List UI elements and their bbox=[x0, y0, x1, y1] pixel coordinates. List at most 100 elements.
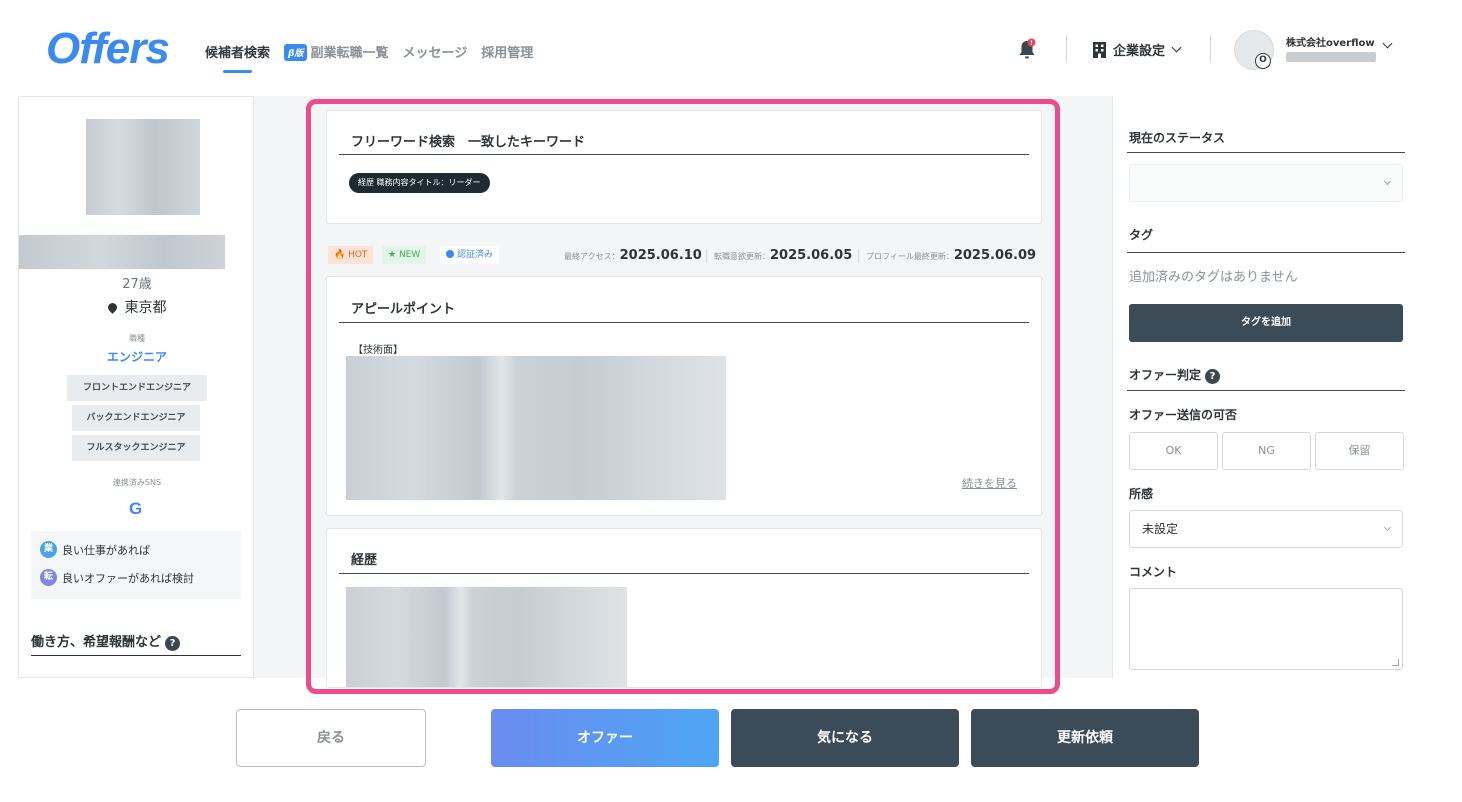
request-update-button[interactable]: 更新依頼 bbox=[971, 709, 1199, 767]
last-access-label: 最終アクセス： bbox=[564, 252, 620, 261]
profile-updated: プロフィール最終更新：2025.06.09 bbox=[866, 248, 1036, 263]
candidate-age: 27歳 bbox=[122, 277, 152, 292]
company-settings-label: 企業設定 bbox=[1113, 44, 1166, 59]
google-icon[interactable]: G bbox=[129, 499, 142, 519]
profile-updated-label: プロフィール最終更新： bbox=[866, 252, 954, 261]
management-sidebar: 現在のステータス タグ 追加済みのタグはありません タグを追加 オファー判定? … bbox=[1112, 96, 1418, 678]
last-access-date: 2025.06.10 bbox=[619, 248, 702, 263]
side-job-badge-icon: 業 bbox=[40, 541, 57, 558]
skill-tag: バックエンドエンジニア bbox=[72, 405, 200, 431]
help-icon[interactable]: ? bbox=[1205, 369, 1221, 384]
tag-empty-text: 追加済みのタグはありません bbox=[1129, 270, 1298, 285]
intent-updated-date: 2025.06.05 bbox=[770, 248, 853, 263]
resize-handle-icon[interactable] bbox=[1392, 659, 1399, 666]
work-style-title: 働き方、希望報酬など? bbox=[31, 631, 181, 651]
intent-side-job: 業 良い仕事があれば bbox=[40, 541, 150, 558]
career-text-redacted bbox=[346, 587, 627, 687]
account-name[interactable]: 株式会社overflow bbox=[1286, 34, 1375, 49]
impression-value: 未設定 bbox=[1142, 522, 1179, 536]
add-tag-button[interactable]: タグを追加 bbox=[1129, 304, 1403, 342]
nav-recruitment[interactable]: 採用管理 bbox=[481, 42, 533, 61]
candidate-profile-panel: 27歳 東京都 職種 エンジニア フロントエンドエンジニア バックエンドエンジニ… bbox=[18, 96, 254, 678]
appeal-card-title: アピールポイント bbox=[351, 302, 456, 317]
skill-tag: フロントエンドエンジニア bbox=[67, 375, 207, 401]
sns-label: 連携済みSNS bbox=[112, 478, 162, 487]
divider bbox=[31, 655, 241, 656]
interested-button[interactable]: 気になる bbox=[731, 709, 959, 767]
divider bbox=[1127, 390, 1405, 391]
job-title: エンジニア bbox=[106, 350, 167, 364]
career-card-title: 経歴 bbox=[351, 553, 378, 568]
keyword-match-card: フリーワード検索 一致したキーワード 経歴 職務内容タイトル：リーダー bbox=[326, 110, 1042, 224]
intent-text: 良い仕事があれば bbox=[62, 543, 150, 557]
offer-send-title: オファー送信の可否 bbox=[1129, 408, 1238, 422]
comment-textarea[interactable] bbox=[1129, 588, 1403, 670]
building-icon bbox=[1093, 42, 1106, 58]
beta-badge: β版 bbox=[284, 44, 308, 61]
matched-keyword-chip: 経歴 職務内容タイトル：リーダー bbox=[349, 173, 490, 193]
nav-messages[interactable]: メッセージ bbox=[402, 42, 467, 61]
check-badge-icon bbox=[446, 250, 454, 258]
new-tag: ★ NEW bbox=[382, 246, 427, 264]
comment-title: コメント bbox=[1129, 565, 1178, 579]
job-change-badge-icon: 転 bbox=[40, 569, 57, 586]
divider bbox=[706, 249, 707, 263]
back-button[interactable]: 戻る bbox=[236, 709, 426, 767]
main-nav: 候補者検索 β版 副業転職一覧 メッセージ 採用管理 bbox=[205, 42, 547, 73]
offers-logo[interactable]: Offers bbox=[46, 24, 170, 74]
help-icon[interactable]: ? bbox=[165, 636, 181, 651]
impression-title: 所感 bbox=[1129, 487, 1154, 501]
nav-side-job-label: 副業転職一覧 bbox=[310, 46, 389, 61]
nav-side-job-list[interactable]: β版 副業転職一覧 bbox=[284, 42, 388, 61]
tag-title: タグ bbox=[1129, 228, 1154, 242]
account-user-redacted bbox=[1286, 52, 1376, 62]
divider bbox=[858, 249, 859, 263]
status-title: 現在のステータス bbox=[1129, 131, 1226, 145]
avatar-badge: O bbox=[1255, 53, 1271, 69]
intent-text: 良いオファーがあれば検討 bbox=[62, 571, 194, 585]
chevron-down-icon bbox=[1171, 42, 1182, 53]
appeal-point-card: アピールポイント 【技術面】 続きを見る bbox=[326, 276, 1042, 516]
impression-select[interactable]: 未設定 bbox=[1129, 510, 1403, 548]
chevron-down-icon bbox=[1383, 523, 1392, 532]
candidate-status-row: 🔥 HOT ★ NEW 認証済み 最終アクセス：2025.06.10 転職意欲更… bbox=[328, 246, 1040, 266]
status-select[interactable] bbox=[1129, 164, 1403, 202]
keyword-card-title: フリーワード検索 一致したキーワード bbox=[351, 135, 586, 150]
notification-bell-icon[interactable] bbox=[1018, 38, 1036, 60]
company-settings-menu[interactable]: 企業設定 bbox=[1092, 40, 1182, 59]
career-card: 経歴 bbox=[326, 528, 1042, 688]
tech-section-label: 【技術面】 bbox=[353, 345, 403, 356]
intent-updated-label: 転職意欲更新： bbox=[714, 252, 770, 261]
header: Offers 候補者検索 β版 副業転職一覧 メッセージ 採用管理 企業設定 O … bbox=[0, 0, 1462, 96]
profile-updated-date: 2025.06.09 bbox=[953, 248, 1037, 263]
header-divider bbox=[1210, 36, 1211, 62]
divider bbox=[339, 154, 1029, 155]
divider bbox=[339, 573, 1029, 574]
location-pin-icon bbox=[105, 301, 119, 314]
nav-candidate-search[interactable]: 候補者検索 bbox=[205, 42, 270, 73]
offer-judge-title: オファー判定? bbox=[1129, 366, 1221, 384]
skill-tag: フルスタックエンジニア bbox=[72, 435, 200, 461]
job-label: 職種 bbox=[129, 334, 145, 343]
account-chevron-down-icon[interactable] bbox=[1382, 38, 1393, 49]
job-change-intent-box: 業 良い仕事があれば 転 良いオファーがあれば検討 bbox=[31, 531, 241, 599]
ng-option-button[interactable]: NG bbox=[1222, 432, 1311, 470]
account-avatar[interactable]: O bbox=[1234, 30, 1274, 70]
new-tag-label: NEW bbox=[398, 250, 421, 260]
divider bbox=[339, 322, 1029, 323]
read-more-link[interactable]: 続きを見る bbox=[962, 475, 1017, 491]
candidate-location: 東京都 bbox=[19, 297, 253, 317]
offer-button[interactable]: オファー bbox=[491, 709, 719, 767]
profile-photo-redacted bbox=[86, 119, 200, 215]
chevron-down-icon bbox=[1383, 177, 1392, 186]
verified-tag: 認証済み bbox=[440, 246, 500, 264]
candidate-name-redacted bbox=[19, 235, 225, 269]
offer-judge-label: オファー判定 bbox=[1129, 368, 1202, 382]
divider bbox=[1127, 152, 1405, 153]
hold-option-button[interactable]: 保留 bbox=[1315, 432, 1404, 470]
appeal-text-redacted bbox=[346, 356, 726, 500]
intent-job-change: 転 良いオファーがあれば検討 bbox=[40, 569, 194, 586]
ok-option-button[interactable]: OK bbox=[1129, 432, 1218, 470]
location-text: 東京都 bbox=[124, 300, 167, 316]
divider bbox=[1127, 252, 1405, 253]
